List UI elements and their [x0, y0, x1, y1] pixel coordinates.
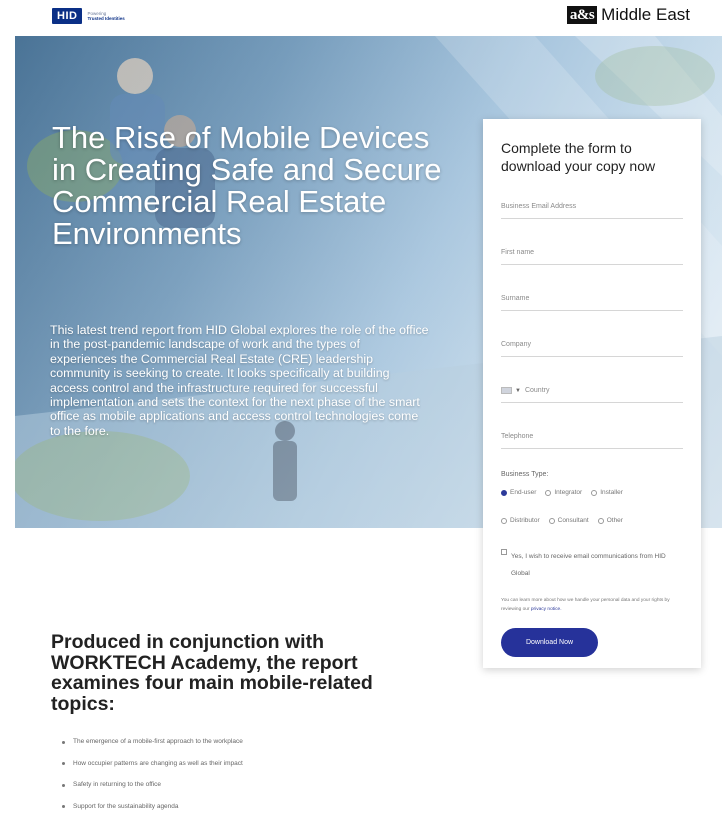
- flag-icon: [501, 387, 512, 394]
- business-type-row-2: Distributor Consultant Other: [501, 517, 683, 524]
- radio-empty-icon: [501, 517, 507, 524]
- email-consent[interactable]: Yes, I wish to receive email communicati…: [501, 548, 683, 582]
- company-field[interactable]: Company: [501, 321, 683, 357]
- download-now-button[interactable]: Download Now: [501, 628, 598, 657]
- privacy-notice: You can learn more about how we handle y…: [501, 596, 681, 614]
- report-topics-list: The emergence of a mobile-first approach…: [62, 738, 243, 815]
- asm-middle-east-logo[interactable]: a&s Middle East: [566, 5, 690, 25]
- hid-tagline-line-2: Trusted Identities: [87, 16, 125, 21]
- consent-text: Yes, I wish to receive email communicati…: [511, 553, 666, 577]
- radio-label: Integrator: [554, 489, 583, 496]
- country-placeholder: Country: [524, 387, 550, 394]
- surname-field[interactable]: Surname: [501, 275, 683, 311]
- radio-empty-icon: [591, 489, 598, 496]
- hid-logo-mark: HID: [52, 8, 83, 24]
- business-type-label: Business Type:: [501, 471, 549, 478]
- asm-logo-mark: a&s: [566, 6, 598, 24]
- radio-empty-icon: [597, 517, 604, 524]
- bullet-icon: [62, 762, 65, 765]
- topic-text: How occupier patterns are changing as we…: [73, 759, 243, 767]
- email-placeholder: Business Email Address: [501, 203, 577, 210]
- first-name-placeholder: First name: [501, 249, 535, 256]
- telephone-placeholder: Telephone: [501, 433, 534, 440]
- topic-text: The emergence of a mobile-first approach…: [73, 738, 243, 745]
- list-item: The emergence of a mobile-first approach…: [62, 738, 243, 760]
- asm-logo-text: Middle East: [601, 5, 690, 24]
- radio-other[interactable]: Other: [597, 517, 623, 524]
- report-topics-heading: Produced in conjunction with WORKTECH Ac…: [51, 631, 373, 715]
- radio-consultant[interactable]: Consultant: [548, 517, 589, 524]
- bullet-icon: [62, 740, 65, 744]
- radio-label: Distributor: [510, 517, 540, 524]
- form-title: Complete the form to download your copy …: [501, 140, 656, 174]
- radio-distributor[interactable]: Distributor: [501, 517, 540, 524]
- radio-integrator[interactable]: Integrator: [545, 489, 582, 496]
- telephone-field[interactable]: Telephone: [501, 413, 683, 449]
- privacy-text: You can learn more about how we handle y…: [501, 598, 670, 612]
- radio-end-user[interactable]: End-user: [501, 489, 536, 496]
- email-field[interactable]: Business Email Address: [501, 183, 683, 219]
- business-type-row-1: End-user Integrator Installer: [501, 489, 683, 496]
- company-placeholder: Company: [501, 341, 531, 348]
- hid-tagline: Powering Trusted Identities: [87, 11, 124, 21]
- site-header: HID Powering Trusted Identities a&s Midd…: [0, 0, 722, 36]
- download-form: Complete the form to download your copy …: [483, 119, 701, 668]
- chevron-down-icon: ▼: [515, 388, 521, 394]
- surname-placeholder: Surname: [501, 295, 530, 302]
- bullet-icon: [62, 805, 65, 808]
- privacy-notice-link[interactable]: privacy notice.: [531, 607, 562, 612]
- hero-description: This latest trend report from HID Global…: [50, 323, 429, 438]
- radio-empty-icon: [545, 489, 552, 496]
- first-name-field[interactable]: First name: [501, 229, 683, 265]
- radio-empty-icon: [548, 517, 555, 524]
- list-item: Safety in returning to the office: [62, 781, 243, 803]
- list-item: Support for the sustainability agenda: [62, 803, 243, 815]
- hero-title: The Rise of Mobile Devices in Creating S…: [52, 120, 442, 251]
- consent-checkbox[interactable]: [501, 549, 507, 555]
- topic-text: Safety in returning to the office: [73, 781, 162, 788]
- radio-selected-icon: [501, 489, 507, 496]
- radio-label: End-user: [510, 489, 537, 496]
- radio-label: Other: [606, 517, 623, 524]
- radio-label: Consultant: [557, 517, 589, 524]
- radio-installer[interactable]: Installer: [591, 489, 623, 496]
- topic-text: Support for the sustainability agenda: [73, 802, 179, 810]
- radio-label: Installer: [600, 489, 623, 496]
- hid-logo[interactable]: HID Powering Trusted Identities: [52, 8, 125, 24]
- country-select[interactable]: ▼ Country: [501, 367, 683, 403]
- list-item: How occupier patterns are changing as we…: [62, 760, 243, 782]
- bullet-icon: [62, 783, 65, 787]
